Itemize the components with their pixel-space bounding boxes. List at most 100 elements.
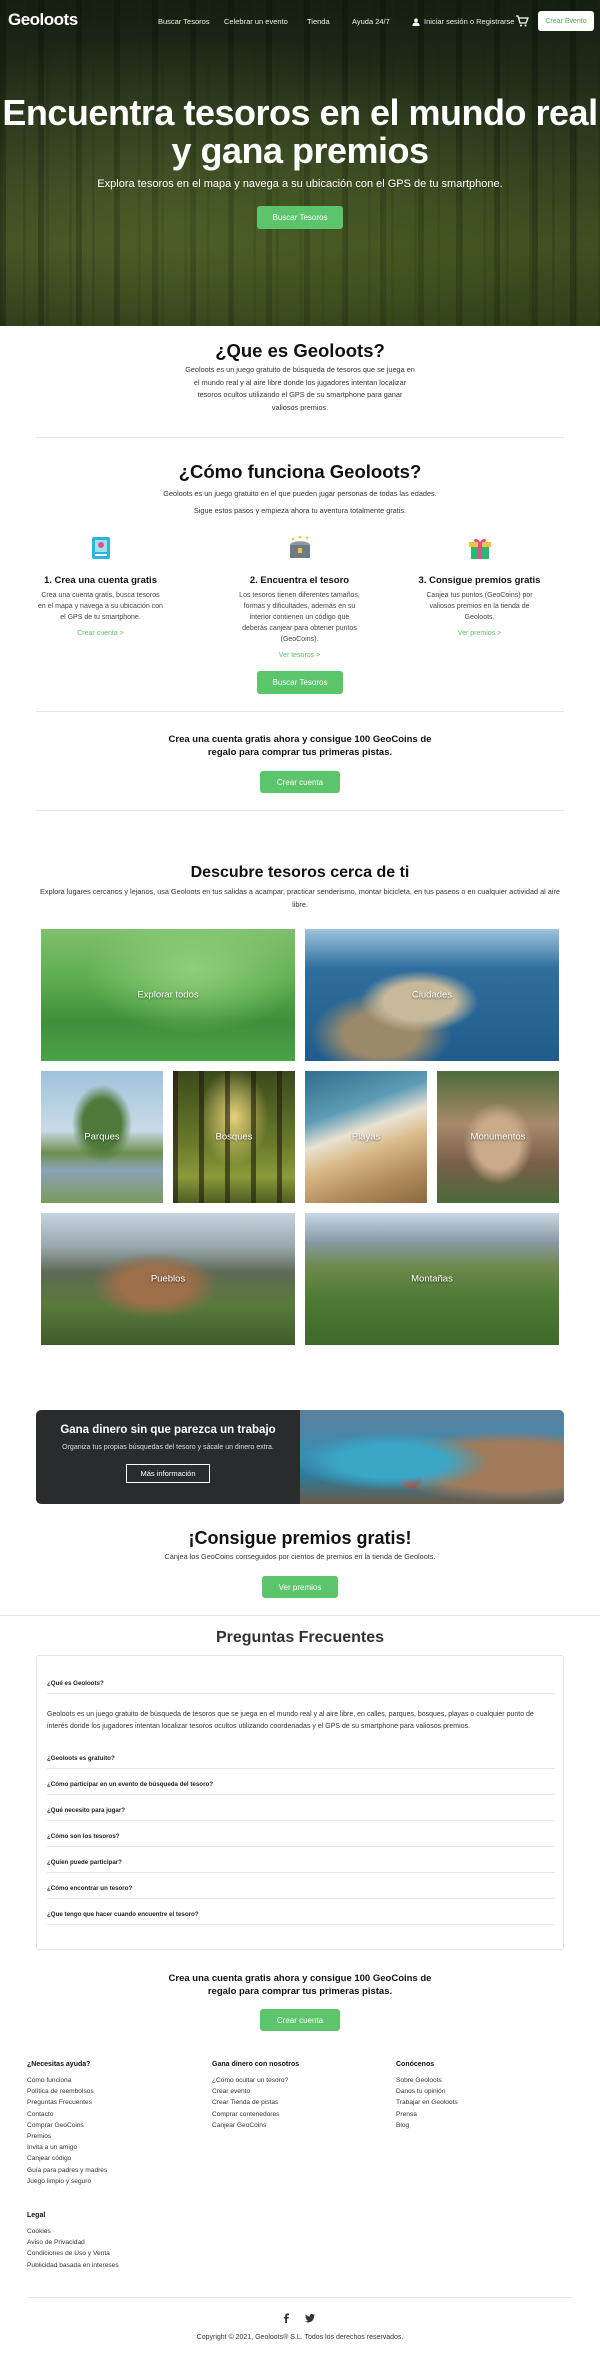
page: Geoloots Buscar Tesoros Celebrar un even…	[0, 0, 600, 2356]
footer-link[interactable]: Cookies	[27, 2226, 119, 2237]
faq-question[interactable]: ¿Qué necesito para jugar?	[47, 1807, 555, 1821]
hiker-image	[300, 1410, 564, 1504]
faq-question[interactable]: ¿Cómo participar en un evento de búsqued…	[47, 1781, 555, 1795]
nav-ayuda[interactable]: Ayuda 24/7	[352, 17, 390, 26]
footer-legal-links: Cookies Aviso de Privacidad Condiciones …	[27, 2226, 119, 2271]
faq-title: Preguntas Frecuentes	[215, 1629, 385, 1646]
footer-link[interactable]: ¿Cómo ocultar un tesoro?	[212, 2075, 288, 2086]
footer-help-links: Cómo funciona Política de reembolsos Pre…	[27, 2075, 107, 2187]
nav-tienda[interactable]: Tienda	[307, 17, 330, 26]
step-3-title: 3. Consigue premios gratis	[418, 575, 541, 586]
signup2-text: Crea una cuenta gratis ahora y consigue …	[168, 1973, 432, 1997]
footer-link[interactable]: Comprar contenedores	[212, 2109, 288, 2120]
earn-more-button[interactable]: Más información	[126, 1464, 210, 1483]
twitter-icon[interactable]	[303, 2311, 317, 2325]
tile-pueblos[interactable]: Pueblos	[41, 1213, 295, 1345]
footer-earn-links: ¿Cómo ocultar un tesoro? Crear evento Cr…	[212, 2075, 288, 2131]
nav-buscar-tesoros[interactable]: Buscar Tesoros	[158, 17, 210, 26]
how-search-button[interactable]: Buscar Tesoros	[257, 671, 343, 694]
logo[interactable]: Geoloots	[8, 10, 78, 30]
footer-link[interactable]: Preguntas Frecuentes	[27, 2097, 107, 2108]
footer-about-links: Sobre Geoloots Danos tu opinión Trabajar…	[396, 2075, 458, 2131]
footer-link[interactable]: Comprar GeoCoins	[27, 2120, 107, 2131]
signup-text: Crea una cuenta gratis ahora y consigue …	[168, 734, 432, 758]
tile-parques[interactable]: Parques	[41, 1071, 163, 1203]
copyright: Copyright © 2021, Geoloots® S.L. Todos l…	[196, 2334, 404, 2341]
create-event-button[interactable]: Crear Evento	[538, 11, 594, 31]
hero-section: Geoloots Buscar Tesoros Celebrar un even…	[0, 0, 600, 326]
what-text: Geoloots es un juego gratuito de búsqued…	[185, 365, 415, 412]
footer-link[interactable]: Crear evento	[212, 2086, 288, 2097]
footer-link[interactable]: Canjear código	[27, 2153, 107, 2164]
footer-link[interactable]: Invita a un amigo	[27, 2142, 107, 2153]
earn-banner: Gana dinero sin que parezca un trabajo O…	[36, 1410, 564, 1504]
divider	[36, 437, 564, 438]
hero-search-button[interactable]: Buscar Tesoros	[257, 206, 343, 229]
step-3: 3. Consigue premios gratis Canjea tus pu…	[417, 534, 542, 637]
footer-link[interactable]: Trabajar en Geoloots	[396, 2097, 458, 2108]
footer-link[interactable]: Juego limpio y seguro	[27, 2176, 107, 2187]
how-title: ¿Cómo funciona Geoloots?	[178, 461, 422, 482]
tile-montanas[interactable]: Montañas	[305, 1213, 559, 1345]
prizes-title: ¡Consigue premios gratis!	[188, 1528, 412, 1548]
footer-earn-title: Gana dinero con nosotros	[212, 2061, 300, 2068]
faq-question[interactable]: ¿Cómo encontrar un tesoro?	[47, 1885, 555, 1899]
footer-link[interactable]: Política de reembolsos	[27, 2086, 107, 2097]
footer-about-title: Conócenos	[396, 2061, 435, 2068]
tile-ciudades[interactable]: Ciudades	[305, 929, 559, 1061]
footer-link[interactable]: Publicidad basada en intereses	[27, 2260, 119, 2271]
prizes-text: Canjea los GeoCoins conseguidos por cien…	[164, 1552, 436, 1561]
footer-link[interactable]: Aviso de Privacidad	[27, 2237, 119, 2248]
footer-link[interactable]: Crear Tienda de pistas	[212, 2097, 288, 2108]
tile-bosques[interactable]: Bosques	[173, 1071, 295, 1203]
footer-link[interactable]: Prensa	[396, 2109, 458, 2120]
divider	[0, 1615, 600, 1616]
login-label: Iniciar sesión o Registrarse	[424, 17, 515, 26]
footer-link[interactable]: Danos tu opinión	[396, 2086, 458, 2097]
treasure-chest-icon	[289, 535, 310, 558]
tile-label: Parques	[84, 1131, 120, 1143]
prizes-button[interactable]: Ver premios	[262, 1576, 338, 1598]
divider	[36, 810, 564, 811]
signup-button[interactable]: Crear cuenta	[260, 771, 340, 793]
step-1: 1. Crea una cuenta gratis Crea una cuent…	[38, 534, 163, 637]
footer-link[interactable]: Cómo funciona	[27, 2075, 107, 2086]
step-1-desc: Crea una cuenta gratis, busca tesoros en…	[38, 592, 163, 621]
faq-accordion: ¿Qué es Geoloots? Geoloots es un juego g…	[36, 1655, 564, 1950]
facebook-icon[interactable]	[279, 2311, 293, 2325]
faq-question[interactable]: ¿Geoloots es gratuito?	[47, 1755, 555, 1769]
faq-question[interactable]: ¿Cómo son los tesoros?	[47, 1833, 555, 1847]
tile-explorar-todos[interactable]: Explorar todos	[41, 929, 295, 1061]
tile-monumentos[interactable]: Monumentos	[437, 1071, 559, 1203]
step-2-link[interactable]: Ver tesoros >	[237, 652, 362, 659]
gift-icon	[468, 538, 491, 559]
footer-link[interactable]: Canjear GeoCoins	[212, 2120, 288, 2131]
footer-link[interactable]: Blog	[396, 2120, 458, 2131]
footer-link[interactable]: Guía para padres y madres	[27, 2165, 107, 2176]
earn-title: Gana dinero sin que parezca un trabajo	[60, 1424, 276, 1436]
login-link[interactable]: Iniciar sesión o Registrarse	[412, 17, 514, 26]
step-3-link[interactable]: Ver premios >	[417, 630, 542, 637]
tile-label: Bosques	[215, 1131, 253, 1143]
signup2-button[interactable]: Crear cuenta	[260, 2009, 340, 2031]
tile-playas[interactable]: Playas	[305, 1071, 427, 1203]
cart-icon[interactable]	[515, 15, 529, 27]
step-1-link[interactable]: Crear cuenta >	[38, 630, 163, 637]
discover-title: Descubre tesoros cerca de ti	[190, 864, 410, 881]
faq-question[interactable]: ¿Que tengo que hacer cuando encuentre el…	[47, 1911, 555, 1925]
footer-link[interactable]: Contacto	[27, 2109, 107, 2120]
faq-question[interactable]: ¿Quien puede participar?	[47, 1859, 555, 1873]
how-text-2: Sigue estos pasos y empieza ahora tu ave…	[193, 506, 407, 515]
faq-question-open[interactable]: ¿Qué es Geoloots?	[47, 1680, 555, 1694]
faq-answer: Geoloots es un juego gratuito de búsqued…	[47, 1711, 534, 1730]
footer-link[interactable]: Sobre Geoloots	[396, 2075, 458, 2086]
earn-text: Organiza tus propias búsquedas del tesor…	[62, 1444, 274, 1451]
hero-title: Encuentra tesoros en el mundo real y gan…	[2, 92, 598, 171]
step-1-title: 1. Crea una cuenta gratis	[44, 575, 157, 586]
step-2-desc: Los tesoros tienen diferentes tamaños, f…	[239, 592, 360, 643]
tile-label: Monumentos	[470, 1131, 526, 1143]
nav-celebrar-evento[interactable]: Celebrar un evento	[224, 17, 288, 26]
footer-link[interactable]: Premios	[27, 2131, 107, 2142]
footer-link[interactable]: Condiciones de Uso y Venta	[27, 2248, 119, 2259]
user-icon	[412, 18, 420, 26]
